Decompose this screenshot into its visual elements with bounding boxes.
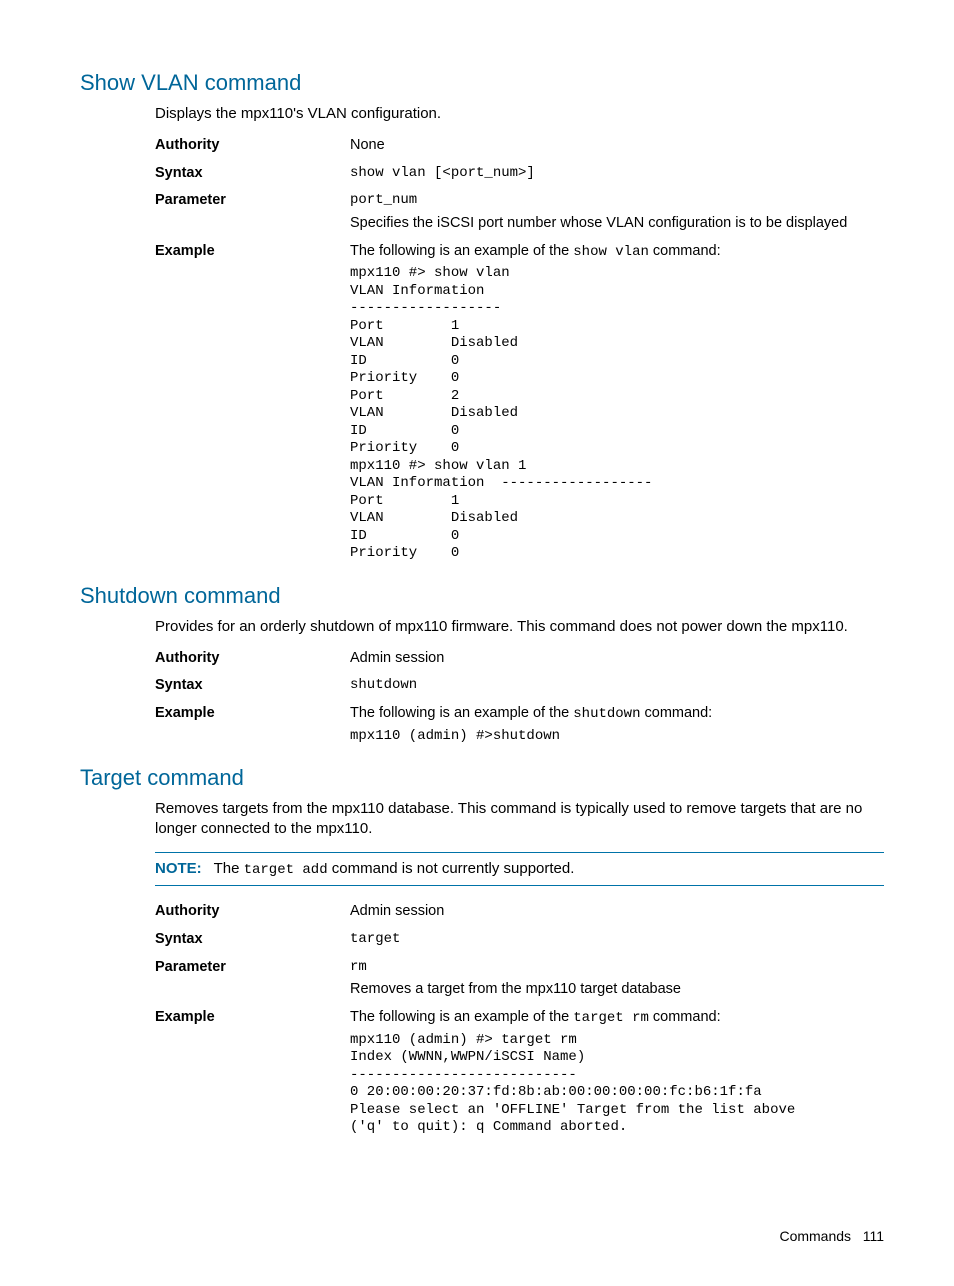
heading-show-vlan: Show VLAN command: [80, 68, 884, 98]
parameter-desc: Specifies the iSCSI port number whose VL…: [350, 214, 884, 234]
note-prefix: The: [214, 860, 244, 877]
example-label: Example: [155, 242, 350, 563]
syntax-value: shutdown: [350, 676, 884, 696]
intro-target: Removes targets from the mpx110 database…: [155, 799, 884, 840]
parameter-label: Parameter: [155, 958, 350, 1000]
authority-label: Authority: [155, 136, 350, 156]
example-label: Example: [155, 704, 350, 745]
heading-target: Target command: [80, 763, 884, 793]
example-intro-prefix: The following is an example of the: [350, 243, 573, 259]
example-label: Example: [155, 1008, 350, 1137]
parameter-desc: Removes a target from the mpx110 target …: [350, 980, 884, 1000]
authority-value: Admin session: [350, 649, 884, 669]
example-intro-code: target rm: [573, 1010, 649, 1026]
parameter-code: port_num: [350, 191, 884, 210]
syntax-label: Syntax: [155, 930, 350, 950]
example-intro-suffix: command:: [640, 705, 712, 721]
example-intro-suffix: command:: [649, 1009, 721, 1025]
authority-label: Authority: [155, 902, 350, 922]
page-footer: Commands 111: [80, 1227, 884, 1246]
parameter-code: rm: [350, 958, 884, 977]
example-block: mpx110 #> show vlan VLAN Information ---…: [350, 265, 884, 563]
note-box: NOTE: The target add command is not curr…: [155, 852, 884, 887]
heading-shutdown: Shutdown command: [80, 581, 884, 611]
example-block: mpx110 (admin) #> target rm Index (WWNN,…: [350, 1032, 884, 1137]
example-block: mpx110 (admin) #>shutdown: [350, 728, 884, 746]
note-label: NOTE:: [155, 860, 202, 877]
example-intro-prefix: The following is an example of the: [350, 705, 573, 721]
example-intro-suffix: command:: [649, 243, 721, 259]
authority-label: Authority: [155, 649, 350, 669]
example-intro-code: shutdown: [573, 706, 640, 722]
intro-shutdown: Provides for an orderly shutdown of mpx1…: [155, 617, 884, 637]
syntax-label: Syntax: [155, 676, 350, 696]
syntax-label: Syntax: [155, 164, 350, 184]
footer-section: Commands: [779, 1228, 851, 1244]
authority-value: Admin session: [350, 902, 884, 922]
intro-show-vlan: Displays the mpx110's VLAN configuration…: [155, 104, 884, 124]
parameter-label: Parameter: [155, 191, 350, 233]
example-intro-code: show vlan: [573, 244, 649, 260]
syntax-value: show vlan [<port_num>]: [350, 164, 884, 184]
footer-page: 111: [863, 1228, 884, 1244]
syntax-value: target: [350, 930, 884, 950]
authority-value: None: [350, 136, 884, 156]
note-code: target add: [244, 862, 328, 878]
example-intro-prefix: The following is an example of the: [350, 1009, 573, 1025]
note-suffix: command is not currently supported.: [328, 860, 575, 877]
